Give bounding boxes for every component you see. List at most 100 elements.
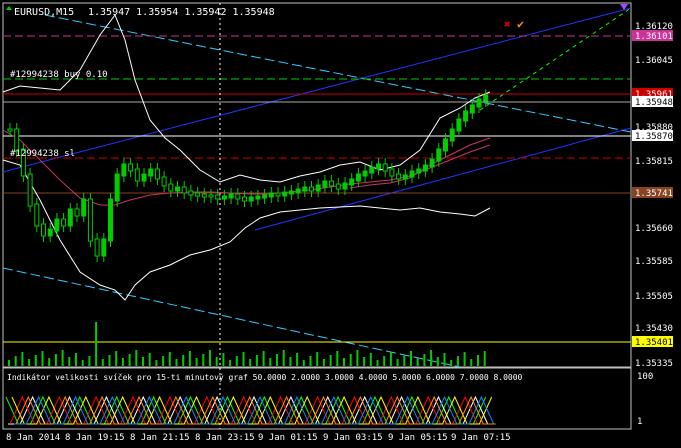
candle-body: [121, 163, 127, 177]
candle-body: [175, 186, 180, 192]
volume-bar: [363, 357, 366, 366]
candle-body: [483, 94, 489, 102]
time-tick: 8 Jan 2014: [6, 433, 60, 443]
candle-body: [34, 203, 40, 227]
ohlc-values: 1.35947 1.35954 1.35942 1.35948: [88, 7, 275, 18]
volume-bar: [209, 350, 211, 366]
candle-body: [154, 168, 160, 180]
candle-body: [221, 195, 227, 200]
volume-bar: [101, 359, 104, 366]
candle-body: [101, 238, 107, 257]
candle-body: [41, 223, 46, 237]
price-tick: 1.35585: [635, 257, 673, 267]
candle-body: [436, 148, 442, 162]
candle-body: [376, 163, 381, 170]
candle-body: [315, 184, 321, 192]
volume-bar: [436, 357, 439, 366]
price-tag-text: 1.36101: [635, 32, 673, 42]
candle-body: [409, 170, 415, 178]
price-tick: 1.35815: [635, 157, 673, 167]
candle-body: [396, 173, 402, 180]
candle-body: [67, 208, 73, 227]
volume-bar: [95, 322, 98, 366]
chart-header: EURUSD,M15 1.35947 1.35954 1.35942 1.359…: [6, 6, 275, 18]
candle-body: [288, 190, 294, 195]
candle-body: [275, 192, 281, 197]
volume-bar: [242, 352, 245, 366]
time-tick: 9 Jan 07:15: [451, 433, 511, 443]
candle-body: [47, 228, 53, 237]
candle-body: [282, 191, 288, 197]
volume-bar: [483, 351, 486, 366]
moving-average-fast: [349, 137, 491, 189]
check-icon[interactable]: ✔: [517, 17, 524, 31]
candle-body: [168, 183, 174, 192]
volume-bar: [155, 360, 158, 366]
volume-bar: [168, 352, 171, 366]
volume-bar: [249, 359, 252, 366]
volume-bar: [75, 353, 77, 366]
price-tick: 1.35430: [635, 324, 673, 334]
buy-order-label[interactable]: #12994238 buy 0.10: [10, 70, 108, 80]
moving-average: [2, 129, 491, 206]
volume-bar: [148, 353, 151, 366]
volume-bar: [369, 353, 372, 366]
candle-body: [242, 196, 247, 202]
time-tick: 9 Jan 05:15: [388, 433, 448, 443]
candle-body: [335, 183, 341, 190]
symbol-arrow-icon: [6, 6, 12, 10]
time-axis[interactable]: 8 Jan 2014 8 Jan 19:15 8 Jan 21:15 8 Jan…: [6, 433, 511, 443]
candle-body: [181, 186, 187, 194]
candle-body: [443, 138, 448, 152]
price-chart[interactable]: EURUSD,M15 1.35947 1.35954 1.35942 1.359…: [0, 0, 681, 444]
indicator-scale-bottom: 1: [637, 417, 642, 427]
volume-bar: [477, 355, 479, 366]
chart-window[interactable]: EURUSD,M15 1.35947 1.35954 1.35942 1.359…: [0, 0, 681, 444]
stop-loss-label[interactable]: #12994238 sl: [10, 149, 75, 159]
candle-body: [342, 182, 348, 190]
volume-bar: [403, 355, 406, 366]
projection-line[interactable]: [479, 7, 632, 111]
candle-body: [369, 166, 375, 174]
volume-bar: [282, 350, 285, 366]
candle-body: [349, 178, 355, 186]
volume-bar: [470, 359, 473, 366]
candle-body: [134, 168, 140, 182]
candle-body: [262, 194, 268, 199]
candle-body: [208, 194, 214, 198]
candle-body: [355, 173, 361, 182]
price-axis[interactable]: 1.36120 1.36045 1.35880 1.35815 1.35660 …: [632, 22, 673, 369]
volume-bar: [383, 356, 386, 366]
candle-body: [141, 173, 147, 182]
volume-bar: [175, 359, 178, 366]
volume-bar: [162, 356, 165, 366]
close-order-icon[interactable]: ✖: [504, 18, 511, 31]
volume-bar: [81, 360, 84, 366]
volume-bar: [389, 352, 392, 366]
indicator-title: Indikátor velikosti svíček pro 15-ti min…: [7, 372, 523, 382]
candle-body: [54, 218, 60, 232]
upper-blue-trendline[interactable]: [2, 7, 632, 173]
volume-bar: [456, 356, 459, 366]
volume-bar: [28, 359, 31, 366]
candle-body: [402, 174, 408, 180]
candle-body: [228, 193, 234, 199]
volume-bar: [322, 359, 325, 366]
volume-bar: [121, 358, 124, 366]
volume-bar: [61, 350, 64, 366]
price-tick: 1.36045: [635, 56, 673, 66]
candle-body: [235, 193, 241, 200]
bollinger-upper-band: [2, 13, 491, 183]
candle-body: [469, 104, 475, 114]
volume-bar: [34, 355, 37, 366]
candle-body: [389, 168, 395, 177]
candle-body: [416, 168, 422, 174]
volume-bar: [182, 355, 185, 366]
candle-body: [302, 186, 308, 192]
volume-bar: [215, 357, 218, 366]
volume-bar: [289, 357, 292, 366]
candle-body: [188, 190, 194, 196]
candle-body: [195, 192, 201, 197]
candle-body: [329, 180, 335, 187]
candle-body: [456, 118, 462, 132]
